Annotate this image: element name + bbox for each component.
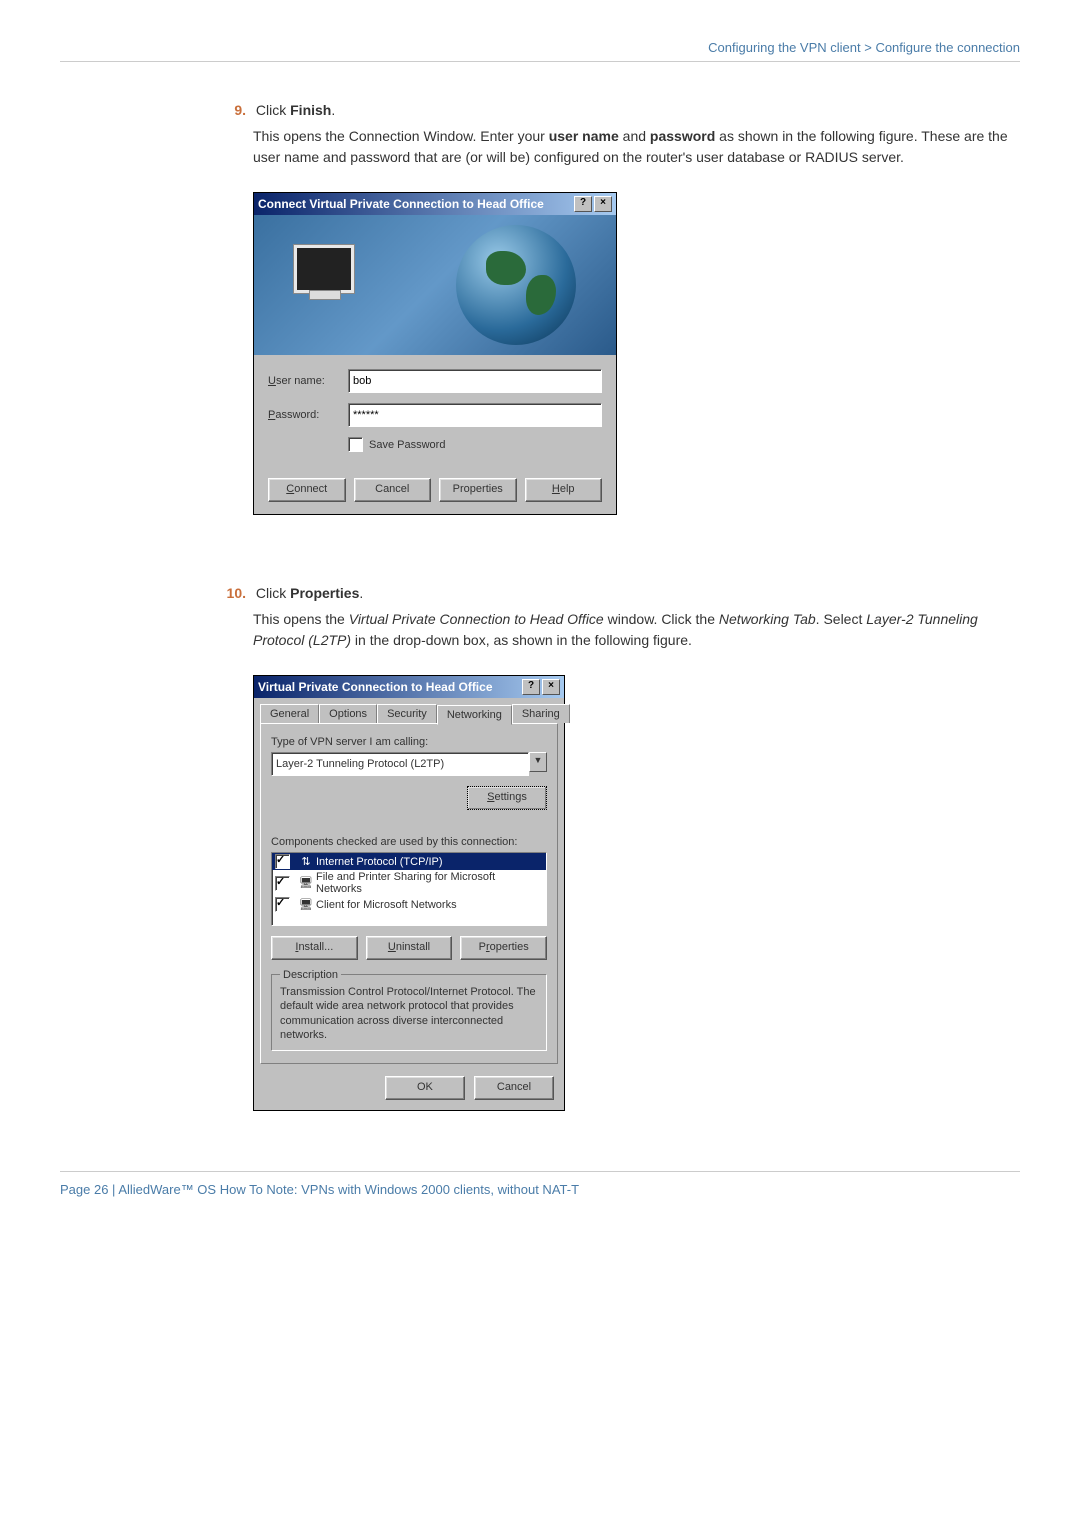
tcpip-checkbox[interactable] — [275, 854, 290, 869]
step-9-body: This opens the Connection Window. Enter … — [253, 126, 1020, 168]
properties-button[interactable]: Properties — [439, 478, 517, 502]
tcpip-label: Internet Protocol (TCP/IP) — [316, 856, 443, 868]
description-label: Description — [280, 968, 341, 982]
properties-dialog: Virtual Private Connection to Head Offic… — [253, 675, 565, 1111]
close-icon[interactable]: × — [542, 679, 560, 695]
password-input[interactable] — [348, 403, 602, 427]
vpn-type-dropdown-row: Layer-2 Tunneling Protocol (L2TP) ▼ — [271, 752, 547, 776]
description-groupbox: Description Transmission Control Protoco… — [271, 974, 547, 1051]
username-input[interactable] — [348, 369, 602, 393]
step-10-number: 10. — [220, 585, 246, 601]
username-label: User name: — [268, 375, 348, 387]
page-footer: Page 26 | AlliedWare™ OS How To Note: VP… — [60, 1171, 1020, 1197]
connect-dialog-buttons: Connect Cancel Properties Help — [254, 470, 616, 514]
tab-general[interactable]: General — [260, 704, 319, 723]
client-label: Client for Microsoft Networks — [316, 899, 457, 911]
client-checkbox[interactable] — [275, 897, 290, 912]
service-icon: 🖥 — [299, 876, 313, 890]
password-label: Password: — [268, 409, 348, 421]
fileprint-checkbox[interactable] — [275, 876, 290, 891]
properties-tabs: General Options Security Networking Shar… — [254, 698, 564, 723]
step-10-body-e: . Select — [816, 611, 867, 627]
description-text: Transmission Control Protocol/Internet P… — [280, 986, 536, 1041]
step-9-prefix: Click — [256, 102, 290, 118]
tab-networking[interactable]: Networking — [437, 705, 512, 725]
connect-dialog-illustration — [254, 215, 616, 355]
breadcrumb: Configuring the VPN client > Configure t… — [60, 40, 1020, 62]
step-9-body-c: and — [619, 128, 650, 144]
connect-button[interactable]: Connect — [268, 478, 346, 502]
vpn-type-dropdown[interactable]: Layer-2 Tunneling Protocol (L2TP) — [271, 752, 529, 776]
help-icon[interactable]: ? — [522, 679, 540, 695]
dialog-button-row: OK Cancel — [254, 1070, 564, 1110]
vpn-type-label: Type of VPN server I am calling: — [271, 736, 547, 748]
connect-dialog-body: User name: Password: Save Password — [254, 355, 616, 470]
network-protocol-icon: ⇅ — [299, 855, 313, 869]
ok-button[interactable]: OK — [385, 1076, 465, 1100]
step-10-bold: Properties — [290, 585, 359, 601]
step-9-number: 9. — [220, 102, 246, 118]
properties-dialog-titlebar: Virtual Private Connection to Head Offic… — [254, 676, 564, 698]
connect-dialog: Connect Virtual Private Connection to He… — [253, 192, 617, 515]
step-10-suffix: . — [359, 585, 363, 601]
connect-dialog-title: Connect Virtual Private Connection to He… — [258, 197, 572, 211]
save-password-checkbox[interactable] — [348, 437, 363, 452]
save-password-label: Save Password — [369, 439, 445, 451]
tab-sharing[interactable]: Sharing — [512, 704, 570, 723]
connect-dialog-titlebar: Connect Virtual Private Connection to He… — [254, 193, 616, 215]
step-10-body-a: This opens the — [253, 611, 349, 627]
component-tcpip[interactable]: ⇅ Internet Protocol (TCP/IP) — [272, 853, 546, 870]
step-10-body-d: Networking Tab — [719, 611, 816, 627]
components-label: Components checked are used by this conn… — [271, 836, 547, 848]
component-fileprint[interactable]: 🖥 File and Printer Sharing for Microsoft… — [272, 870, 546, 896]
help-icon[interactable]: ? — [574, 196, 592, 212]
monitor-icon — [294, 245, 354, 293]
component-button-row: Install... Uninstall Properties — [271, 936, 547, 960]
step-10-prefix: Click — [256, 585, 290, 601]
help-button[interactable]: Help — [525, 478, 603, 502]
chevron-down-icon[interactable]: ▼ — [529, 752, 547, 772]
step-10-body-b: Virtual Private Connection to Head Offic… — [349, 611, 604, 627]
save-password-row[interactable]: Save Password — [348, 437, 602, 452]
step-9-heading: 9. Click Finish. — [220, 102, 1020, 118]
properties-dialog-title: Virtual Private Connection to Head Offic… — [258, 680, 520, 694]
step-9-suffix: . — [331, 102, 335, 118]
uninstall-button[interactable]: Uninstall — [366, 936, 453, 960]
step-10-body-g: in the drop-down box, as shown in the fo… — [351, 632, 692, 648]
step-9-body-b: user name — [549, 128, 619, 144]
components-list[interactable]: ⇅ Internet Protocol (TCP/IP) 🖥 File and … — [271, 852, 547, 926]
tab-options[interactable]: Options — [319, 704, 377, 723]
component-client[interactable]: 🖥 Client for Microsoft Networks — [272, 896, 546, 913]
install-button[interactable]: Install... — [271, 936, 358, 960]
step-9-body-a: This opens the Connection Window. Enter … — [253, 128, 549, 144]
client-icon: 🖥 — [299, 898, 313, 912]
fileprint-label: File and Printer Sharing for Microsoft N… — [316, 871, 543, 895]
step-10-heading: 10. Click Properties. — [220, 585, 1020, 601]
step-10-body: This opens the Virtual Private Connectio… — [253, 609, 1020, 651]
step-9-bold: Finish — [290, 102, 331, 118]
cancel-button[interactable]: Cancel — [354, 478, 432, 502]
networking-tab-content: Type of VPN server I am calling: Layer-2… — [260, 723, 558, 1064]
close-icon[interactable]: × — [594, 196, 612, 212]
cancel-button-2[interactable]: Cancel — [474, 1076, 554, 1100]
globe-icon — [456, 225, 576, 345]
step-10-body-c: window. Click the — [604, 611, 719, 627]
tab-security[interactable]: Security — [377, 704, 437, 723]
component-properties-button[interactable]: Properties — [460, 936, 547, 960]
settings-button[interactable]: Settings — [467, 786, 547, 810]
step-9-body-d: password — [650, 128, 715, 144]
